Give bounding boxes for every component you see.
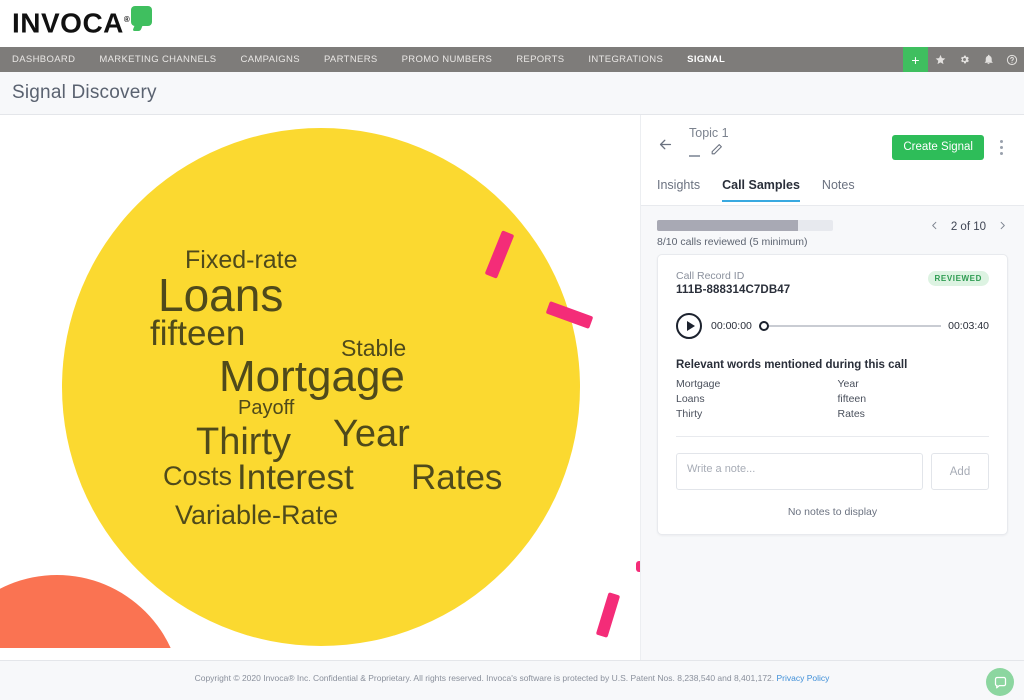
review-progress-fill: [657, 220, 798, 231]
relevant-word: Thirty: [676, 408, 703, 420]
primary-nav: DASHBOARD MARKETING CHANNELS CAMPAIGNS P…: [0, 47, 1024, 72]
chat-bubble-logo-icon: [131, 6, 153, 26]
review-progress-track: [657, 220, 833, 231]
audio-player: 00:00:00 00:03:40: [676, 313, 989, 339]
pencil-icon[interactable]: [710, 143, 723, 161]
note-entry-row: Add: [676, 453, 989, 490]
scrubber-handle[interactable]: [758, 321, 769, 331]
total-time: 00:03:40: [948, 320, 989, 332]
chat-bubble-icon[interactable]: [986, 668, 1014, 696]
play-icon[interactable]: [676, 313, 702, 339]
nav-item-dashboard[interactable]: DASHBOARD: [0, 47, 87, 72]
current-time: 00:00:00: [711, 320, 752, 332]
add-note-button[interactable]: Add: [931, 453, 989, 490]
invoca-logo[interactable]: INVOCA®: [12, 5, 153, 39]
word-cloud-term[interactable]: Rates: [411, 460, 502, 495]
nav-item-integrations[interactable]: INTEGRATIONS: [576, 47, 675, 72]
relevant-word: Rates: [837, 408, 865, 420]
topic-subactions: [689, 143, 723, 161]
tab-call-samples[interactable]: Call Samples: [722, 178, 800, 202]
word-cloud-term[interactable]: Variable-Rate: [175, 502, 338, 529]
detail-tabs: Insights Call Samples Notes: [641, 178, 1024, 206]
review-progress-label: 8/10 calls reviewed (5 minimum): [657, 236, 808, 248]
tab-notes[interactable]: Notes: [822, 178, 855, 202]
footer-copyright: Copyright © 2020 Invoca® Inc. Confidenti…: [0, 673, 1024, 683]
relevant-words-grid: Mortgage Year Loans fifteen Thirty Rates: [676, 378, 989, 420]
nav-item-promo-numbers[interactable]: PROMO NUMBERS: [390, 47, 505, 72]
add-button[interactable]: +: [903, 47, 928, 72]
card-divider: [676, 436, 989, 437]
word-cloud-pane: Fixed-rate Loans fifteen Stable Mortgage Payo…: [0, 115, 640, 648]
help-icon[interactable]: [1000, 47, 1024, 72]
relevant-word: Mortgage: [676, 378, 721, 390]
word-cloud-term[interactable]: Year: [333, 415, 410, 453]
decorative-dash: [595, 592, 621, 638]
footer: Copyright © 2020 Invoca® Inc. Confidenti…: [0, 660, 1024, 700]
privacy-policy-link[interactable]: Privacy Policy: [777, 673, 830, 683]
page-title-bar: Signal Discovery: [0, 72, 1024, 115]
kebab-menu-icon[interactable]: [994, 137, 1008, 157]
gear-icon[interactable]: [952, 47, 976, 72]
nav-item-campaigns[interactable]: CAMPAIGNS: [228, 47, 311, 72]
back-arrow-icon[interactable]: [657, 136, 674, 158]
bell-icon[interactable]: [976, 47, 1000, 72]
word-cloud-term[interactable]: Mortgage: [219, 355, 405, 399]
app-root: INVOCA® DASHBOARD MARKETING CHANNELS CAM…: [0, 0, 1024, 700]
topic-title: Topic 1: [689, 126, 729, 140]
logo-bar: INVOCA®: [0, 0, 1024, 47]
nav-item-signal[interactable]: SIGNAL: [675, 47, 737, 72]
tab-insights[interactable]: Insights: [657, 178, 700, 202]
nav-item-marketing-channels[interactable]: MARKETING CHANNELS: [87, 47, 228, 72]
call-pager: 2 of 10: [929, 218, 1008, 236]
review-progress-row: 8/10 calls reviewed (5 minimum) 2 of 10: [657, 218, 1008, 254]
topic-placeholder-dash: [689, 154, 700, 157]
word-cloud-term[interactable]: Loans: [158, 272, 283, 318]
no-notes-message: No notes to display: [787, 506, 878, 518]
status-badge: REVIEWED: [927, 271, 989, 286]
word-cloud-term[interactable]: fifteen: [150, 316, 245, 351]
footer-copyright-text: Copyright © 2020 Invoca® Inc. Confidenti…: [194, 673, 777, 683]
nav-actions: +: [903, 47, 1024, 72]
nav-item-partners[interactable]: PARTNERS: [312, 47, 390, 72]
relevant-words-title: Relevant words mentioned during this cal…: [676, 359, 908, 371]
star-icon[interactable]: [928, 47, 952, 72]
word-cloud-term[interactable]: Interest: [237, 460, 354, 495]
main-content: Fixed-rate Loans fifteen Stable Mortgage Payo…: [0, 115, 1024, 660]
relevant-word: fifteen: [837, 393, 867, 405]
pager-prev-icon[interactable]: [929, 218, 940, 236]
detail-header: Topic 1 Create Signal: [641, 115, 1024, 178]
topic-detail-panel: Topic 1 Create Signal Insights Call Samp…: [640, 115, 1024, 660]
play-triangle: [686, 321, 695, 331]
relevant-word: Year: [837, 378, 859, 390]
pager-next-icon[interactable]: [997, 218, 1008, 236]
audio-scrubber[interactable]: [758, 320, 942, 332]
scrubber-track: [758, 325, 942, 327]
logo-wordmark: INVOCA®: [12, 7, 131, 39]
call-record-card: Call Record ID 111B-888314C7DB47 REVIEWE…: [657, 254, 1008, 535]
relevant-word: Loans: [676, 393, 705, 405]
registered-mark: ®: [123, 15, 131, 24]
note-input[interactable]: [676, 453, 923, 490]
word-cloud-term[interactable]: Thirty: [196, 423, 291, 461]
create-signal-button[interactable]: Create Signal: [892, 135, 984, 160]
pager-label: 2 of 10: [950, 221, 986, 233]
word-cloud-term[interactable]: Payoff: [238, 398, 294, 418]
page-title: Signal Discovery: [12, 82, 157, 103]
call-samples-body: 8/10 calls reviewed (5 minimum) 2 of 10 …: [641, 206, 1024, 660]
nav-item-reports[interactable]: REPORTS: [504, 47, 576, 72]
word-cloud-term[interactable]: Costs: [163, 463, 232, 490]
